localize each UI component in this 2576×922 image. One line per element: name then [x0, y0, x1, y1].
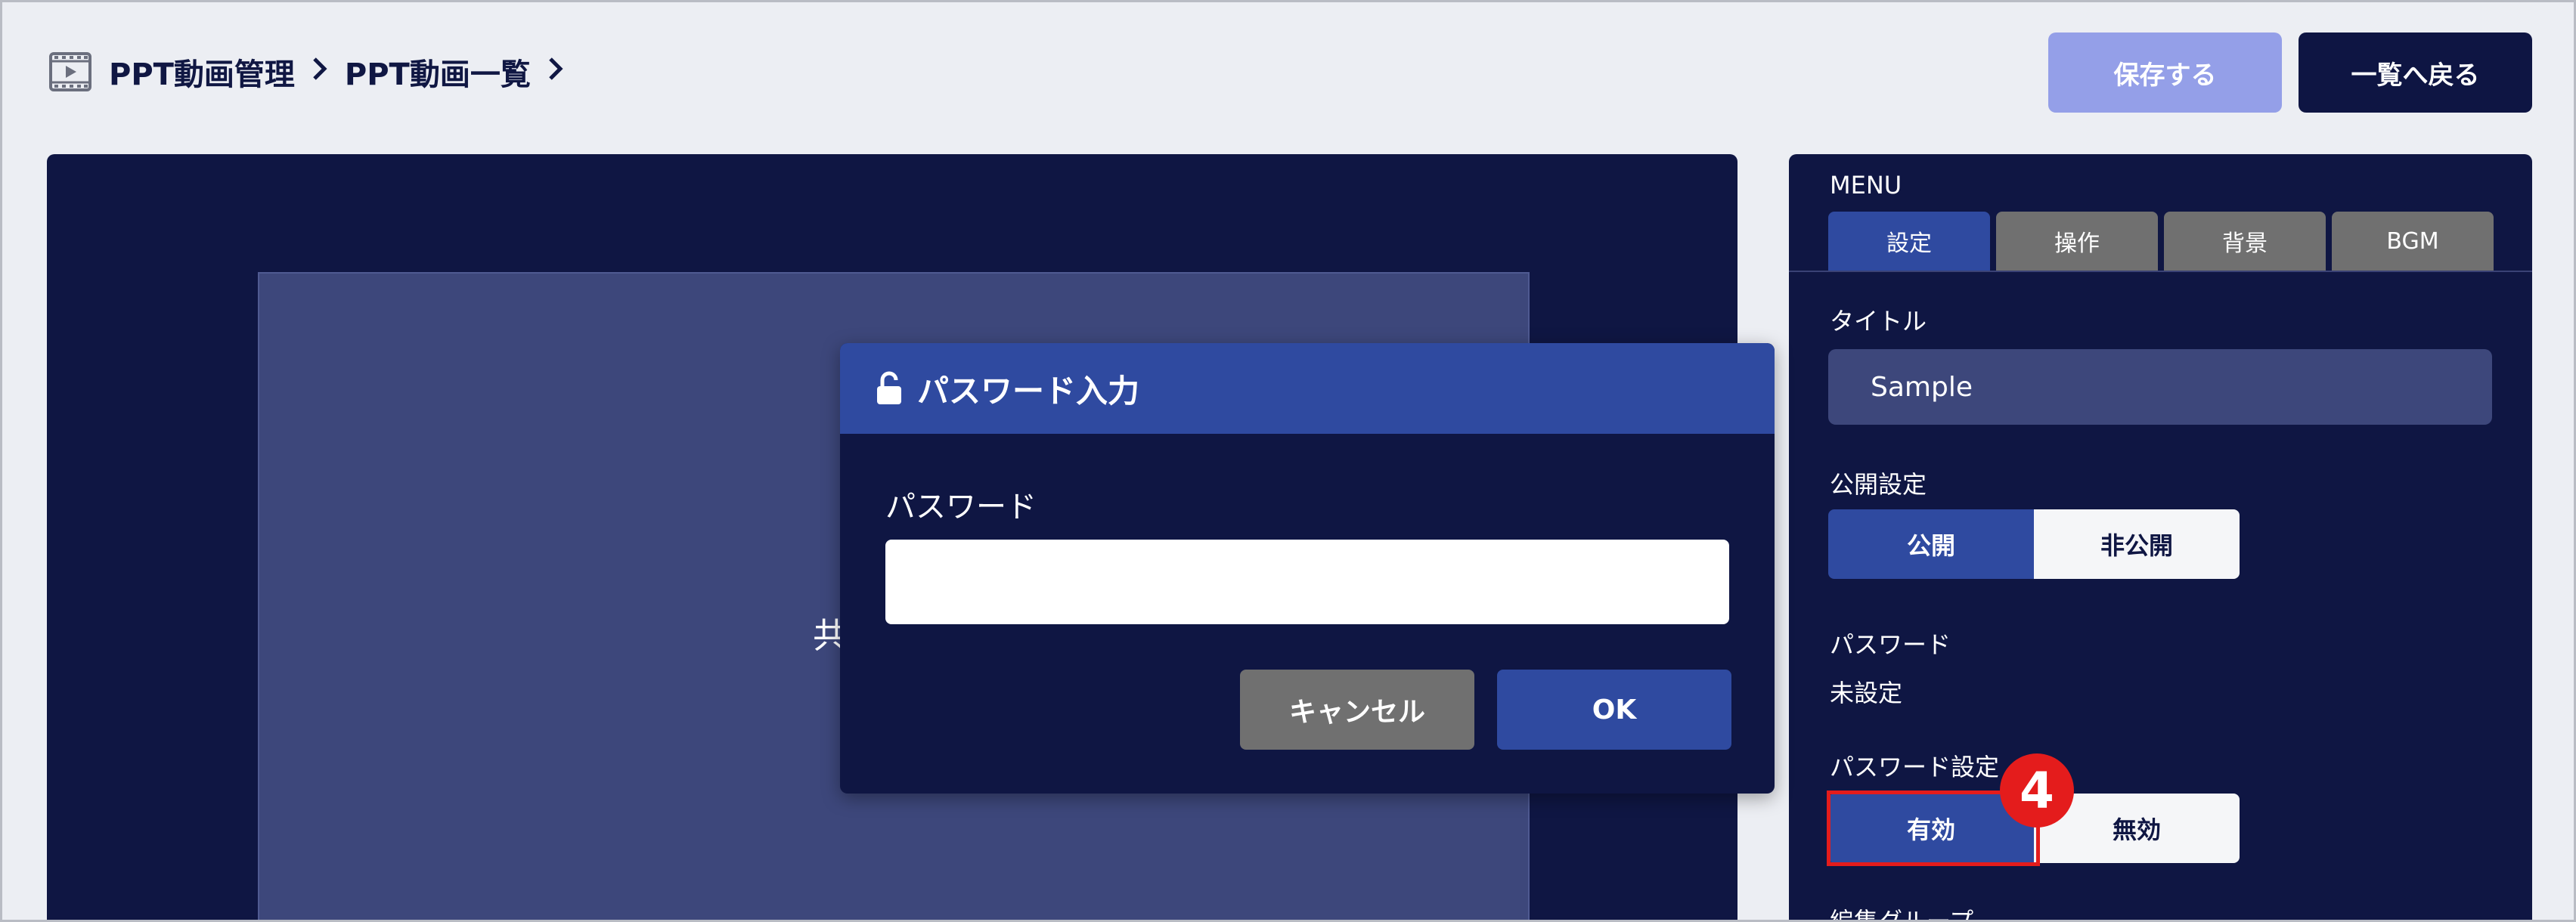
- tab-operation[interactable]: 操作: [1996, 212, 2158, 271]
- password-field-label: パスワード: [885, 490, 1037, 524]
- publish-setting-toggle: 公開 非公開: [1828, 509, 2240, 579]
- edit-group-label: 編集グループ: [1830, 907, 1974, 922]
- publish-private-button[interactable]: 非公開: [2034, 509, 2240, 579]
- ok-button[interactable]: OK: [1497, 670, 1731, 750]
- password-label: パスワード: [1830, 630, 1951, 659]
- tab-bgm[interactable]: BGM: [2332, 212, 2494, 271]
- password-modal: パスワード入力 パスワード キャンセル OK: [840, 343, 1775, 794]
- password-setting-label: パスワード設定: [1830, 753, 2000, 781]
- modal-title: パスワード入力: [917, 372, 1140, 410]
- cancel-button[interactable]: キャンセル: [1240, 670, 1474, 750]
- title-input[interactable]: Sample: [1828, 349, 2492, 425]
- save-button[interactable]: 保存する: [2048, 32, 2282, 113]
- breadcrumb-item-ppt-video-list[interactable]: PPT動画一覧: [345, 50, 531, 94]
- menu-divider: [1789, 271, 2532, 272]
- publish-setting-label: 公開設定: [1830, 470, 1927, 499]
- menu-caption: MENU: [1830, 171, 1902, 200]
- chevron-right-icon: [312, 54, 328, 89]
- back-to-list-button[interactable]: 一覧へ戻る: [2299, 32, 2532, 113]
- unlock-icon: [875, 371, 904, 406]
- title-label: タイトル: [1830, 307, 1927, 336]
- publish-public-button[interactable]: 公開: [1828, 509, 2034, 579]
- breadcrumb-item-ppt-video-management[interactable]: PPT動画管理: [109, 50, 295, 94]
- step-number-badge: 4: [2000, 753, 2074, 828]
- breadcrumb: PPT動画管理 PPT動画一覧: [48, 45, 564, 98]
- menu-tabs: 設定 操作 背景 BGM: [1828, 212, 2494, 271]
- modal-header: パスワード入力: [840, 343, 1775, 434]
- tab-background[interactable]: 背景: [2164, 212, 2326, 271]
- password-value: 未設定: [1830, 679, 1903, 707]
- tab-settings[interactable]: 設定: [1828, 212, 1990, 271]
- video-film-icon: [48, 51, 92, 92]
- password-input[interactable]: [885, 540, 1729, 624]
- chevron-right-icon: [547, 54, 564, 89]
